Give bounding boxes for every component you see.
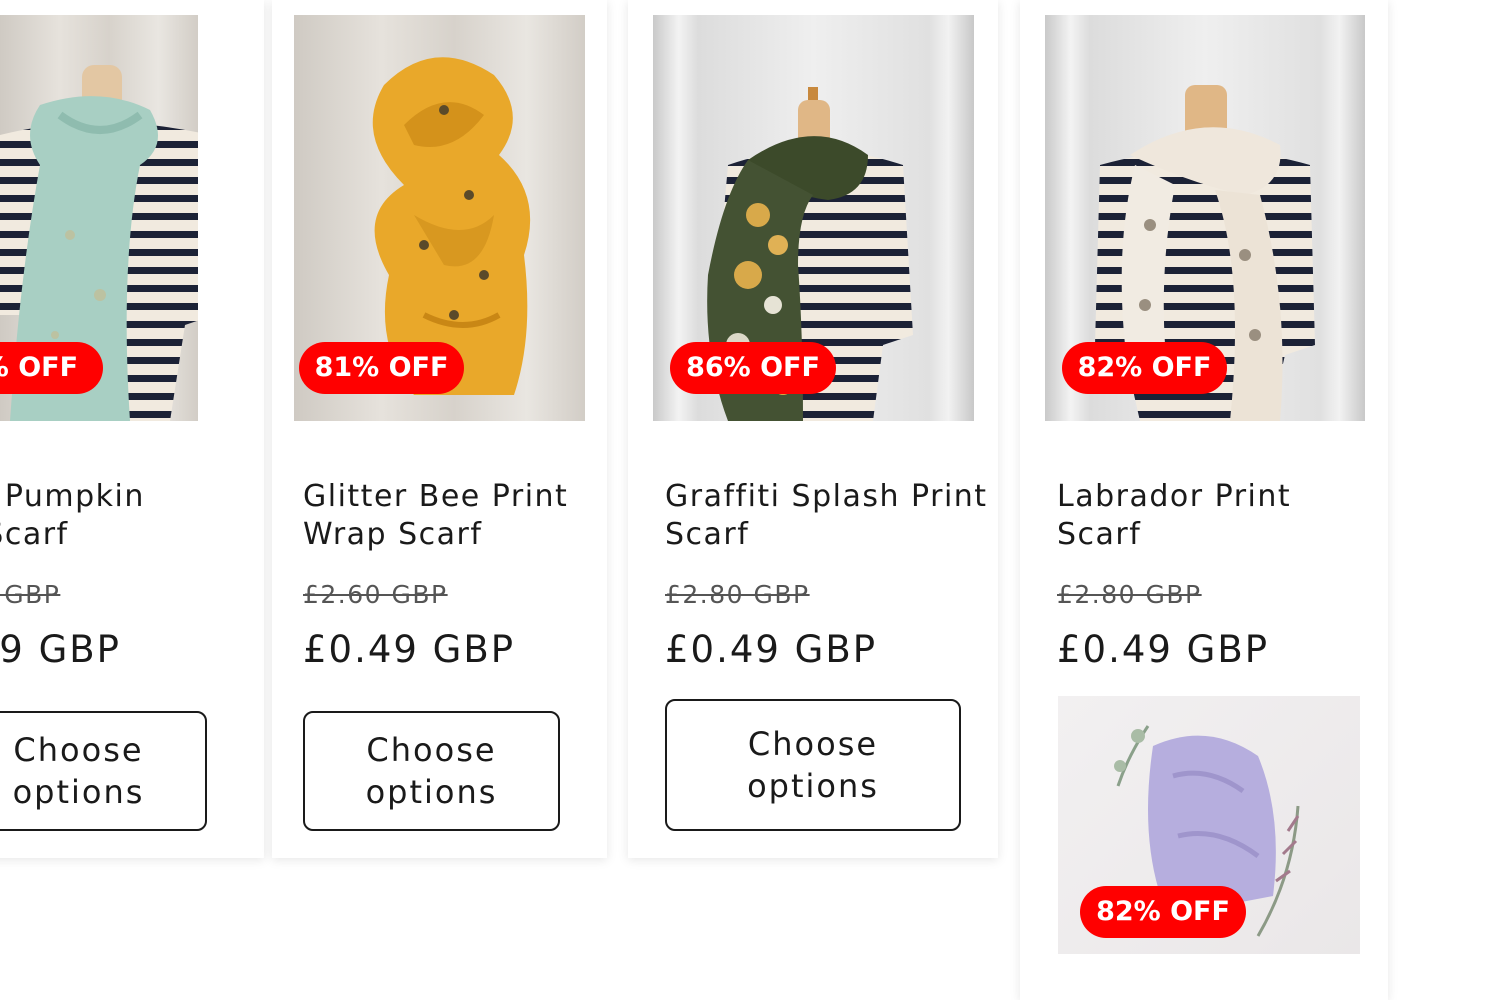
product-title[interactable]: Labrador Print Scarf	[1057, 478, 1291, 554]
choose-options-button[interactable]: Choose options	[665, 699, 961, 831]
product-image[interactable]: 82% OFF	[1045, 15, 1365, 421]
original-price: 95 GBP	[0, 580, 61, 609]
discount-badge: 81% OFF	[299, 342, 464, 394]
sale-price: £0.49 GBP	[1057, 628, 1270, 671]
product-title[interactable]: er Pumpkin t Scarf	[0, 478, 145, 554]
product-image[interactable]: 3% OFF	[0, 15, 198, 421]
discount-badge: 86% OFF	[670, 342, 836, 394]
product-card[interactable]: 86% OFF Graffiti Splash Print Scarf £2.8…	[628, 0, 998, 858]
product-card[interactable]: 82% OFF Labrador Print Scarf £2.80 GBP £…	[1020, 0, 1388, 1000]
choose-options-button[interactable]: Choose options	[0, 711, 207, 831]
product-image[interactable]: 86% OFF	[653, 15, 974, 421]
discount-badge: 3% OFF	[0, 342, 103, 394]
sale-price: £0.49 GBP	[303, 628, 516, 671]
original-price: £2.80 GBP	[665, 580, 810, 609]
product-title[interactable]: Graffiti Splash Print Scarf	[665, 478, 988, 554]
sale-price: .49 GBP	[0, 628, 121, 671]
product-image[interactable]: 81% OFF	[294, 15, 585, 421]
product-title[interactable]: Glitter Bee Print Wrap Scarf	[303, 478, 568, 554]
sale-price: £0.49 GBP	[665, 628, 878, 671]
product-card[interactable]: 3% OFF er Pumpkin t Scarf 95 GBP .49 GBP…	[0, 0, 264, 858]
discount-badge: 82% OFF	[1080, 886, 1246, 938]
choose-options-button[interactable]: Choose options	[303, 711, 560, 831]
product-card[interactable]: 81% OFF Glitter Bee Print Wrap Scarf £2.…	[272, 0, 607, 858]
original-price: £2.80 GBP	[1057, 580, 1202, 609]
product-image[interactable]: 82% OFF	[1058, 696, 1360, 954]
discount-badge: 82% OFF	[1062, 342, 1227, 394]
original-price: £2.60 GBP	[303, 580, 448, 609]
